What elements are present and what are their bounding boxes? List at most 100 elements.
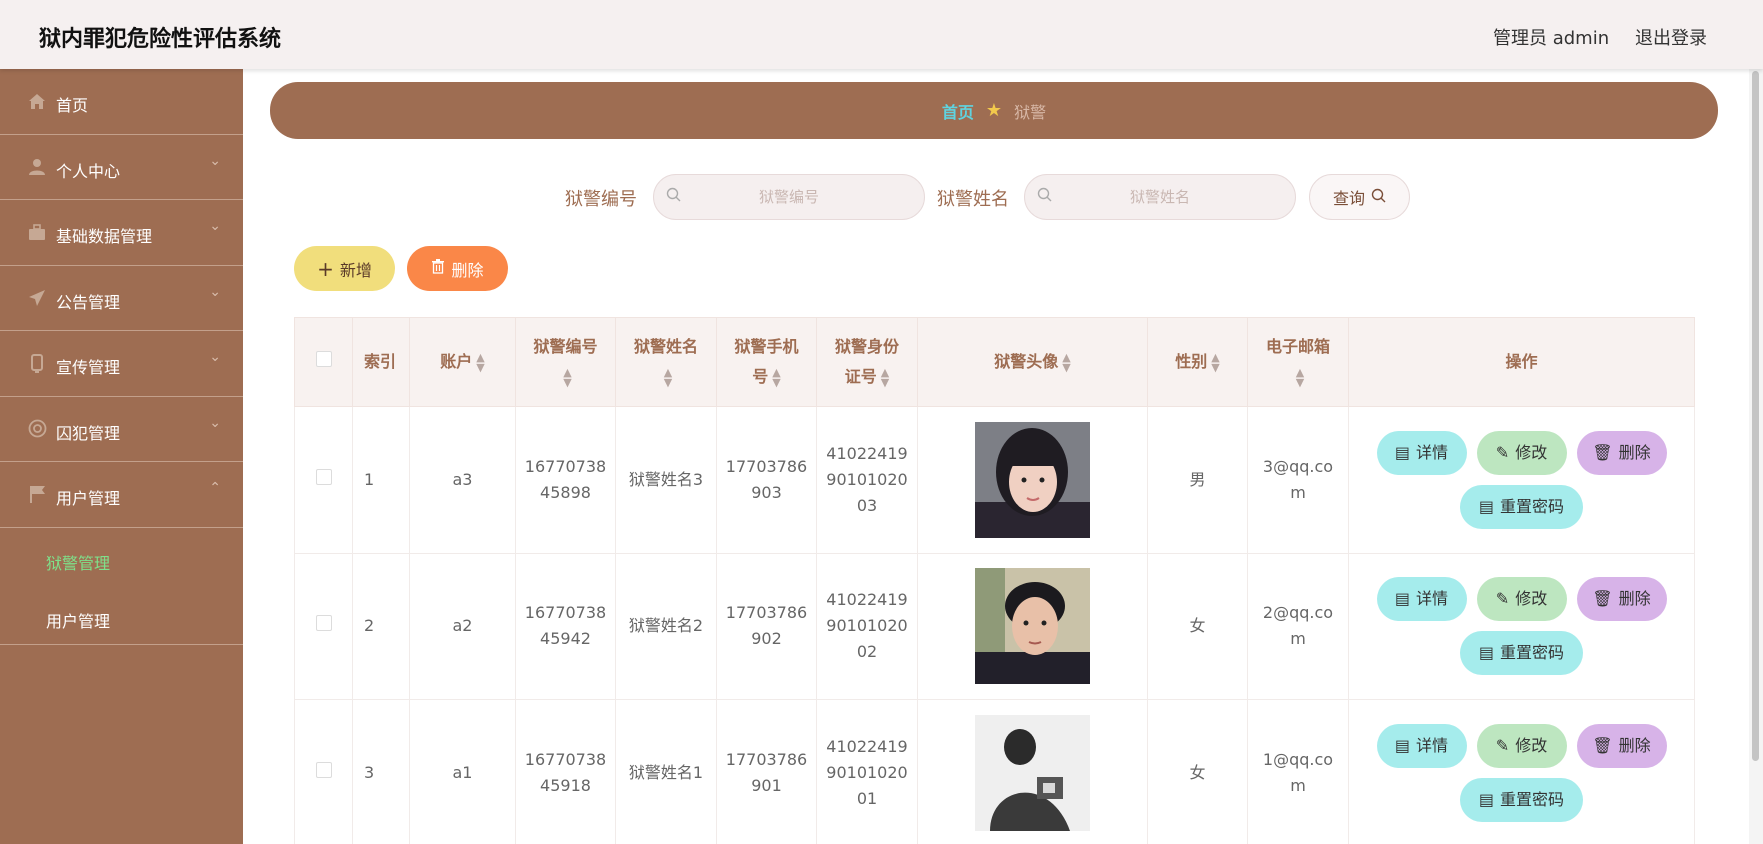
cell-guard-name: 狱警姓名2 [615, 552, 717, 700]
sidebar-item-personal-center[interactable]: 个人中心 ⌄ [0, 135, 243, 200]
add-button[interactable]: + 新增 [294, 246, 395, 291]
col-guard-number[interactable]: 狱警编号 ▲ ▼ [515, 317, 616, 407]
col-gender[interactable]: 性别 ▲ ▼ [1147, 317, 1248, 407]
cell-text: 41022419 [826, 590, 908, 610]
col-guard-phone[interactable]: 狱警手机号 ▲ ▼ [716, 317, 817, 407]
star-icon: ★ [985, 100, 1003, 121]
cell-text: 90101020 [826, 762, 908, 782]
cell-text: 903 [751, 482, 782, 502]
sidebar-item-label: 囚犯管理 [56, 423, 121, 443]
chevron-down-icon: ⌄ [209, 414, 221, 431]
sort-icon[interactable]: ▲ ▼ [772, 367, 780, 388]
col-email[interactable]: 电子邮箱 ▲ ▼ [1247, 317, 1349, 407]
briefcase-icon [27, 222, 47, 242]
breadcrumb-home[interactable]: 首页 [942, 99, 974, 123]
cell-text: 902 [751, 629, 782, 649]
sidebar-item-prisoner[interactable]: 囚犯管理 ⌄ [0, 397, 243, 462]
sidebar-item-label: 公告管理 [56, 292, 121, 312]
sort-icon[interactable]: ▲ ▼ [563, 367, 571, 388]
document-icon: ▤ [1394, 442, 1411, 462]
delete-button[interactable]: 🗑 删除 [1576, 723, 1667, 768]
sidebar-item-home[interactable]: 首页 [0, 69, 243, 135]
detail-button[interactable]: ▤ 详情 [1376, 577, 1467, 622]
guard-avatar-image[interactable] [975, 421, 1090, 538]
guard-avatar-image[interactable] [975, 568, 1090, 685]
search-icon [666, 187, 681, 206]
row-select-cell [294, 699, 353, 844]
search-icon [1371, 188, 1386, 207]
submenu-user-management: 狱警管理 用户管理 [0, 528, 243, 645]
reset-password-button[interactable]: ▤ 重置密码 [1460, 631, 1583, 676]
detail-button[interactable]: ▤ 详情 [1376, 430, 1467, 475]
guard-number-search-box [653, 174, 925, 220]
sort-icon[interactable]: ▲ ▼ [1062, 352, 1070, 373]
row-checkbox[interactable] [315, 615, 332, 632]
cell-guard-number: 16770738 45898 [515, 406, 616, 554]
cell-actions: ▤ 详情 ✎ 修改 🗑 删除 ▤ 重置密码 [1348, 552, 1695, 700]
cell-text: 2@qq.co [1262, 603, 1334, 623]
detail-button[interactable]: ▤ 详情 [1376, 723, 1467, 768]
cell-account: a1 [409, 699, 516, 844]
reset-password-label: 重置密码 [1500, 789, 1565, 809]
top-header: 狱内罪犯危险性评估系统 管理员 admin 退出登录 [0, 0, 1763, 69]
subitem-user-management[interactable]: 用户管理 [46, 608, 110, 632]
edit-button[interactable]: ✎ 修改 [1476, 430, 1567, 475]
sort-icon[interactable]: ▲ ▼ [1211, 352, 1219, 373]
delete-button-label: 删除 [451, 260, 484, 280]
row-checkbox[interactable] [315, 468, 332, 485]
cell-text: m [1290, 629, 1306, 649]
table-header-row: 索引 账户 ▲ ▼ 狱警编号 ▲ ▼ 狱警姓名 ▲ ▼ 狱警手机号 ▲ ▼ 狱警身份 证号 ▲ ▼ 狱… [294, 317, 1695, 407]
document-icon: ▤ [1394, 589, 1411, 609]
sidebar-item-notice[interactable]: 公告管理 ⌄ [0, 266, 243, 331]
col-guard-avatar[interactable]: 狱警头像 ▲ ▼ [917, 317, 1148, 407]
sort-icon[interactable]: ▲ ▼ [664, 367, 672, 388]
cell-guard-name: 狱警姓名3 [615, 406, 717, 554]
guard-avatar-image[interactable] [975, 714, 1090, 831]
sidebar-item-publicity[interactable]: 宣传管理 ⌄ [0, 331, 243, 397]
table-row: 1 a3 16770738 45898 狱警姓名3 17703786 903 410… [294, 406, 1695, 554]
cell-gender: 女 [1147, 699, 1248, 844]
sidebar-item-user-management[interactable]: 用户管理 ⌃ [0, 462, 243, 528]
row-checkbox[interactable] [315, 761, 332, 778]
select-all-checkbox[interactable] [315, 351, 332, 367]
select-all-header [294, 317, 353, 407]
edit-button-label: 修改 [1515, 589, 1548, 609]
sidebar: 首页 个人中心 ⌄ 基础数据管理 ⌄ 公告管理 ⌄ 宣传管理 ⌄ 囚犯管理 ⌄ [0, 69, 243, 844]
chevron-down-icon: ⌄ [209, 152, 221, 169]
sort-icon[interactable]: ▲ ▼ [1296, 367, 1304, 388]
delete-button-label: 删除 [1618, 735, 1651, 755]
cell-text: 45942 [540, 629, 591, 649]
delete-button[interactable]: 🗑 删除 [1576, 577, 1667, 622]
scrollbar-thumb[interactable] [1752, 71, 1759, 761]
logout-link[interactable]: 退出登录 [1635, 24, 1707, 50]
delete-button-label: 删除 [1618, 442, 1651, 462]
query-button[interactable]: 查询 [1309, 174, 1410, 220]
trash-icon: 🗑 [1592, 735, 1613, 755]
edit-button[interactable]: ✎ 修改 [1476, 577, 1567, 622]
sidebar-item-label: 个人中心 [56, 161, 121, 181]
guard-number-input[interactable] [684, 175, 894, 219]
col-guard-id[interactable]: 狱警身份 证号 ▲ ▼ [816, 317, 918, 407]
sort-icon[interactable]: ▲ ▼ [881, 367, 889, 388]
sidebar-item-basic-data[interactable]: 基础数据管理 ⌄ [0, 200, 243, 266]
cell-account: a3 [409, 406, 516, 554]
document-icon: ▤ [1478, 496, 1495, 516]
sort-icon[interactable]: ▲ ▼ [476, 352, 484, 373]
chevron-up-icon: ⌃ [209, 480, 221, 496]
cell-guard-number: 16770738 45942 [515, 552, 616, 700]
col-account[interactable]: 账户 ▲ ▼ [409, 317, 516, 407]
edit-button[interactable]: ✎ 修改 [1476, 723, 1567, 768]
col-guard-name[interactable]: 狱警姓名 ▲ ▼ [615, 317, 717, 407]
guard-name-input[interactable] [1055, 175, 1265, 219]
cell-text: 03 [856, 495, 878, 515]
delete-button[interactable]: 🗑 删除 [1576, 430, 1667, 475]
batch-delete-button[interactable]: 删除 [407, 246, 508, 291]
cell-guard-phone: 17703786 901 [716, 699, 817, 844]
subitem-guard-management[interactable]: 狱警管理 [46, 550, 110, 574]
cell-gender: 女 [1147, 552, 1248, 700]
pencil-icon: ✎ [1495, 735, 1510, 755]
reset-password-button[interactable]: ▤ 重置密码 [1460, 777, 1583, 822]
reset-password-button[interactable]: ▤ 重置密码 [1460, 484, 1583, 529]
vertical-scrollbar[interactable] [1749, 69, 1763, 844]
trash-icon: 🗑 [1592, 442, 1613, 462]
